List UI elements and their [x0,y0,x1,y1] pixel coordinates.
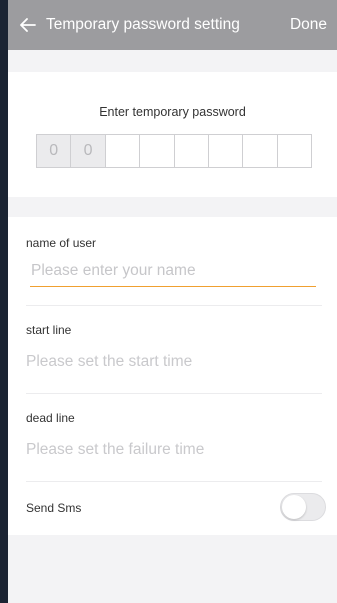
password-digit-box[interactable] [209,135,244,167]
send-sms-label: Send Sms [26,501,82,515]
dead-line-label: dead line [26,411,75,425]
send-sms-row: Send Sms [26,501,320,515]
password-digit-box[interactable]: 0 [71,135,106,167]
password-digit-box[interactable] [243,135,278,167]
send-sms-toggle[interactable] [280,493,326,521]
password-label: Enter temporary password [99,105,246,119]
form-card: name of user Please enter your name star… [8,217,337,535]
toggle-knob [282,495,306,519]
failure-time-input[interactable]: Please set the failure time [26,441,320,459]
start-line-label: start line [26,323,72,337]
password-digit-box[interactable] [140,135,175,167]
password-digit-box[interactable]: 0 [37,135,72,167]
start-line-field: start line Please set the start time [26,323,320,371]
start-time-input[interactable]: Please set the start time [26,353,320,371]
user-name-underline [30,286,316,287]
divider [26,481,322,482]
password-digit-box[interactable] [175,135,209,167]
app-bar: Temporary password setting Done [8,0,337,50]
done-button[interactable]: Done [290,0,327,50]
password-card: Enter temporary password 0 0 [8,72,337,197]
password-digit-boxes[interactable]: 0 0 [36,134,312,168]
user-name-input[interactable]: Please enter your name [26,262,320,280]
divider [26,305,322,306]
user-name-field: name of user Please enter your name [26,236,320,280]
divider [26,393,322,394]
back-arrow-icon[interactable] [14,0,42,50]
password-digit-box[interactable] [106,135,141,167]
password-digit-box[interactable] [278,135,311,167]
dead-line-field: dead line Please set the failure time [26,411,320,459]
user-name-label: name of user [26,236,97,250]
screen: Temporary password setting Done Enter te… [8,0,337,603]
page-title: Temporary password setting [46,16,240,33]
